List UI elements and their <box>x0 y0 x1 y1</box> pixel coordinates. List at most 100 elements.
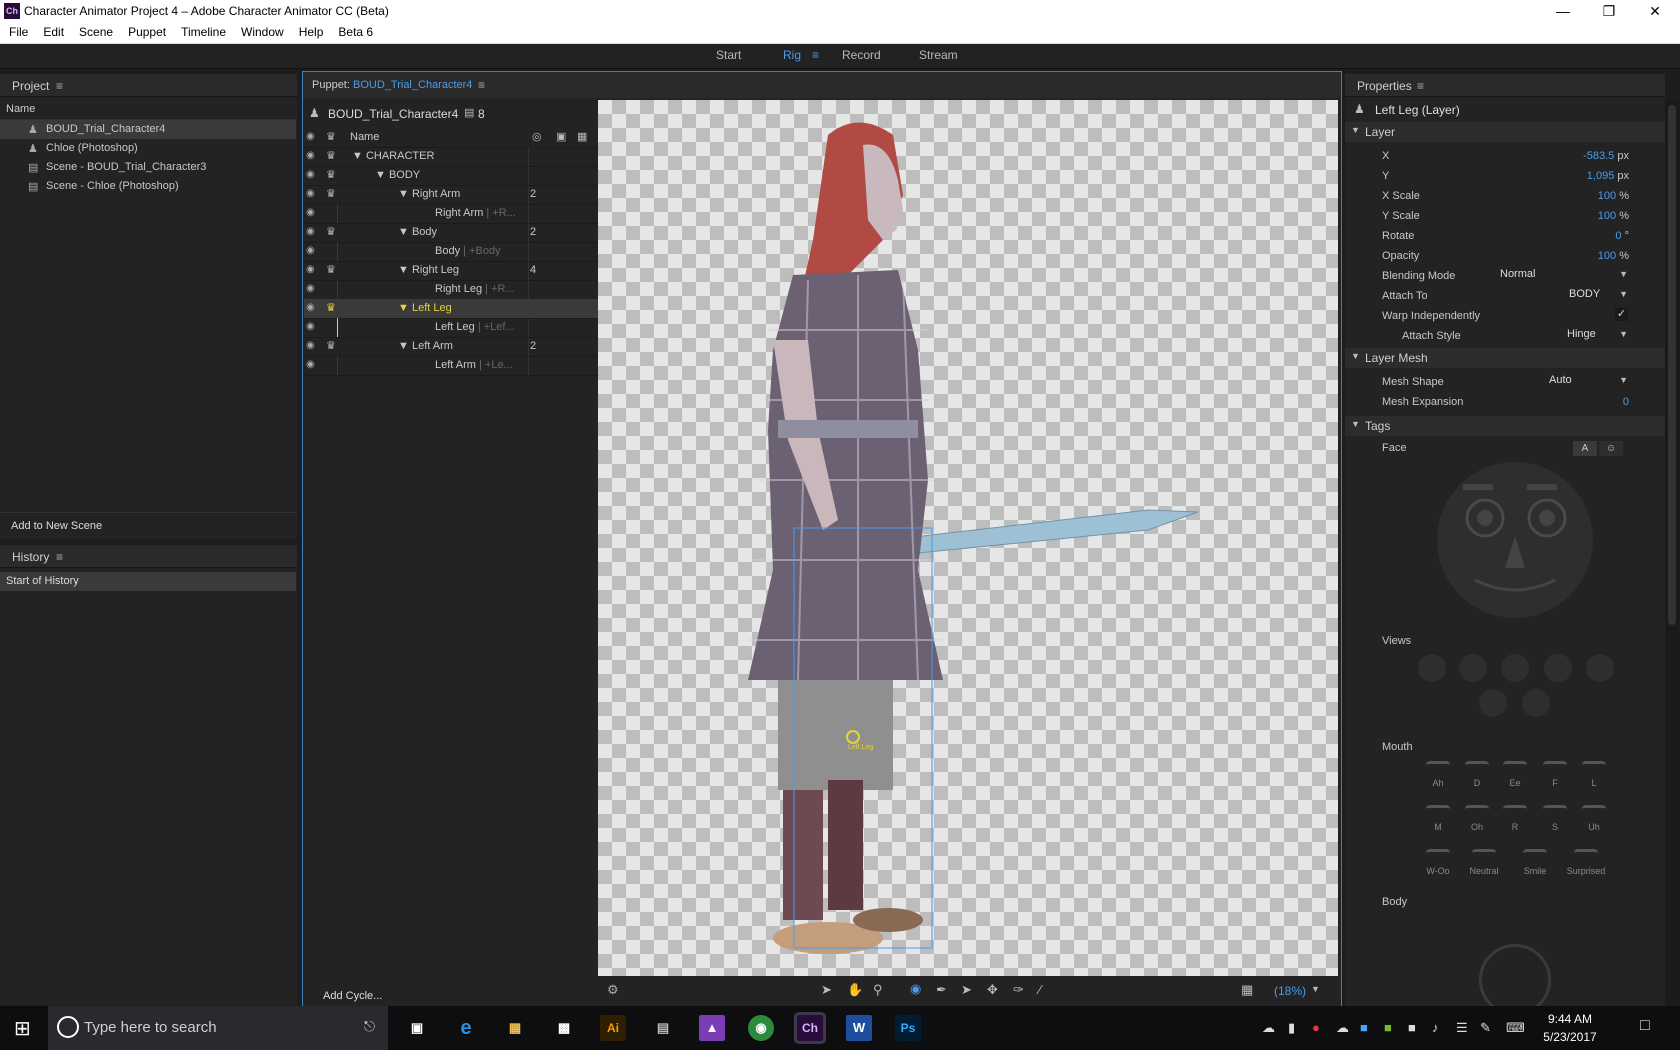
grid-icon[interactable]: ▦ <box>577 130 587 143</box>
clock-time[interactable]: 9:44 AM <box>1540 1012 1600 1026</box>
scrollbar-thumb[interactable] <box>1668 105 1676 625</box>
prop-rotate[interactable]: Rotate 0 ° <box>1345 226 1665 246</box>
close-icon[interactable]: ✕ <box>1632 0 1678 22</box>
add-to-new-scene-button[interactable]: Add to New Scene <box>11 520 102 532</box>
target-icon[interactable]: ◎ <box>532 130 542 143</box>
stick-tool-icon[interactable]: ✑ <box>1013 982 1024 998</box>
project-item[interactable]: ▤ Scene - BOUD_Trial_Character3 <box>0 158 296 177</box>
tray-icon[interactable]: ▮ <box>1288 1020 1295 1036</box>
eye-icon[interactable]: ◉ <box>306 169 315 180</box>
microphone-icon[interactable]: ⎋ <box>364 1018 375 1035</box>
add-cycle-button[interactable]: Add Cycle... <box>323 990 382 1002</box>
prop-value[interactable]: 100 % <box>1598 190 1629 202</box>
illustrator-icon[interactable]: Ai <box>600 1015 626 1041</box>
chrome-icon[interactable]: ◉ <box>748 1015 774 1041</box>
crown-icon[interactable]: ♛ <box>326 263 336 276</box>
select-tool-icon[interactable]: ➤ <box>821 982 832 998</box>
eye-icon[interactable]: ◉ <box>306 302 315 313</box>
eye-icon[interactable]: ◉ <box>306 264 315 275</box>
pin-tool-icon[interactable]: ➤ <box>961 982 972 998</box>
project-item[interactable]: ▤ Scene - Chloe (Photoshop) <box>0 177 296 196</box>
taskbar-search[interactable]: Type here to search ⎋ <box>48 1006 388 1050</box>
pen-icon[interactable]: ✎ <box>1480 1020 1491 1036</box>
menu-scene[interactable]: Scene <box>70 22 119 39</box>
task-view-icon[interactable]: ▣ <box>404 1015 430 1041</box>
history-item[interactable]: Start of History <box>0 572 296 591</box>
face-visual-view-icon[interactable]: ☺ <box>1599 441 1623 456</box>
viseme-oh[interactable]: Oh <box>1459 805 1495 832</box>
project-item[interactable]: ♟ BOUD_Trial_Character4 <box>0 120 296 139</box>
prop-value[interactable]: -583.5 px <box>1583 150 1629 162</box>
view-face-icon[interactable] <box>1479 689 1507 717</box>
prop-y[interactable]: Y 1,095 px <box>1345 166 1665 186</box>
layer-section-header[interactable]: ▼ Layer <box>1345 122 1665 142</box>
view-face-icon[interactable] <box>1586 654 1614 682</box>
bend-tool-icon[interactable]: ∕ <box>1039 982 1041 997</box>
attach-style-dropdown[interactable]: Hinge ▼ <box>1567 328 1628 344</box>
chevron-down-icon[interactable]: ▼ <box>1351 419 1360 429</box>
view-face-icon[interactable] <box>1459 654 1487 682</box>
eye-icon[interactable]: ◉ <box>306 188 315 199</box>
transparency-grid-icon[interactable]: ▦ <box>1241 982 1253 998</box>
viseme-d[interactable]: D <box>1459 761 1495 788</box>
word-icon[interactable]: W <box>846 1015 872 1041</box>
eye-icon[interactable]: ◉ <box>306 321 315 332</box>
prop-value[interactable]: 100 % <box>1598 210 1629 222</box>
minimize-icon[interactable]: — <box>1540 0 1586 22</box>
puppet-title-name[interactable]: BOUD_Trial_Character4 <box>353 79 472 91</box>
chevron-down-icon[interactable]: ▼ <box>1311 984 1320 994</box>
crown-icon[interactable]: ♛ <box>326 225 336 238</box>
viseme-l[interactable]: L <box>1576 761 1612 788</box>
attach-to-dropdown[interactable]: BODY ▼ <box>1569 288 1628 304</box>
tab-rig[interactable]: Rig <box>783 48 801 62</box>
tags-section-header[interactable]: ▼ Tags <box>1345 416 1665 436</box>
eye-icon[interactable]: ◉ <box>306 207 315 218</box>
menu-help[interactable]: Help <box>290 22 330 39</box>
handle-tool-icon[interactable]: ✒ <box>936 982 947 998</box>
store-icon[interactable]: ▩ <box>551 1015 577 1041</box>
blending-mode-dropdown[interactable]: Normal ▼ <box>1500 268 1628 284</box>
tree-row-selected[interactable]: ◉ ♛ ▼ Left Leg <box>304 299 598 319</box>
volume-icon[interactable]: ♪ <box>1432 1020 1439 1035</box>
tree-row[interactable]: ◉ Left Leg | +Lef... <box>304 318 598 338</box>
warp-checkbox[interactable]: ✓ <box>1615 308 1628 321</box>
keyboard-icon[interactable]: ⌨ <box>1506 1020 1525 1036</box>
character-animator-icon[interactable]: Ch <box>797 1015 823 1041</box>
crown-icon[interactable]: ♛ <box>326 130 336 143</box>
menu-timeline[interactable]: Timeline <box>172 22 232 39</box>
crown-icon[interactable]: ♛ <box>326 301 336 314</box>
prop-x-scale[interactable]: X Scale 100 % <box>1345 186 1665 206</box>
viseme-r[interactable]: R <box>1497 805 1533 832</box>
prop-mesh-expansion[interactable]: Mesh Expansion 0 <box>1345 392 1665 412</box>
dragger-tool-icon[interactable]: ✥ <box>987 982 998 998</box>
photoshop-icon[interactable]: Ps <box>895 1015 921 1041</box>
viseme-ah[interactable]: Ah <box>1420 761 1456 788</box>
viseme-m[interactable]: M <box>1420 805 1456 832</box>
tree-row[interactable]: ◉ ♛ ▼ CHARACTER <box>304 147 598 167</box>
viseme-ee[interactable]: Ee <box>1497 761 1533 788</box>
app-icon[interactable]: ▤ <box>650 1015 676 1041</box>
tab-rig-menu-icon[interactable]: ≡ <box>812 48 819 62</box>
viseme-s[interactable]: S <box>1537 805 1573 832</box>
viseme-uh[interactable]: Uh <box>1576 805 1612 832</box>
tab-stream[interactable]: Stream <box>919 48 958 62</box>
menu-puppet[interactable]: Puppet <box>119 22 172 39</box>
tray-icon[interactable]: ■ <box>1384 1020 1392 1035</box>
prop-value[interactable]: 1,095 px <box>1587 170 1629 182</box>
puppet-canvas[interactable]: Left Leg <box>598 100 1338 976</box>
clock-date[interactable]: 5/23/2017 <box>1536 1030 1604 1044</box>
project-panel-menu-icon[interactable]: ≡ <box>56 79 63 93</box>
settings-icon[interactable]: ⚙ <box>607 982 619 998</box>
view-face-icon[interactable] <box>1418 654 1446 682</box>
tray-icon[interactable]: ☁ <box>1262 1020 1275 1036</box>
tray-icon[interactable]: ☁ <box>1336 1020 1349 1036</box>
prop-value[interactable]: 0 ° <box>1615 230 1629 242</box>
tree-row[interactable]: ◉ ♛ ▼ Body 2 <box>304 223 598 243</box>
eye-icon[interactable]: ◉ <box>306 131 315 142</box>
mesh-section-header[interactable]: ▼ Layer Mesh <box>1345 348 1665 368</box>
project-item[interactable]: ♟ Chloe (Photoshop) <box>0 139 296 158</box>
notifications-icon[interactable]: □ <box>1640 1017 1650 1035</box>
mesh-shape-dropdown[interactable]: Auto ▼ <box>1549 374 1628 390</box>
network-icon[interactable]: ☰ <box>1456 1020 1468 1036</box>
tray-icon[interactable]: ■ <box>1408 1020 1416 1035</box>
